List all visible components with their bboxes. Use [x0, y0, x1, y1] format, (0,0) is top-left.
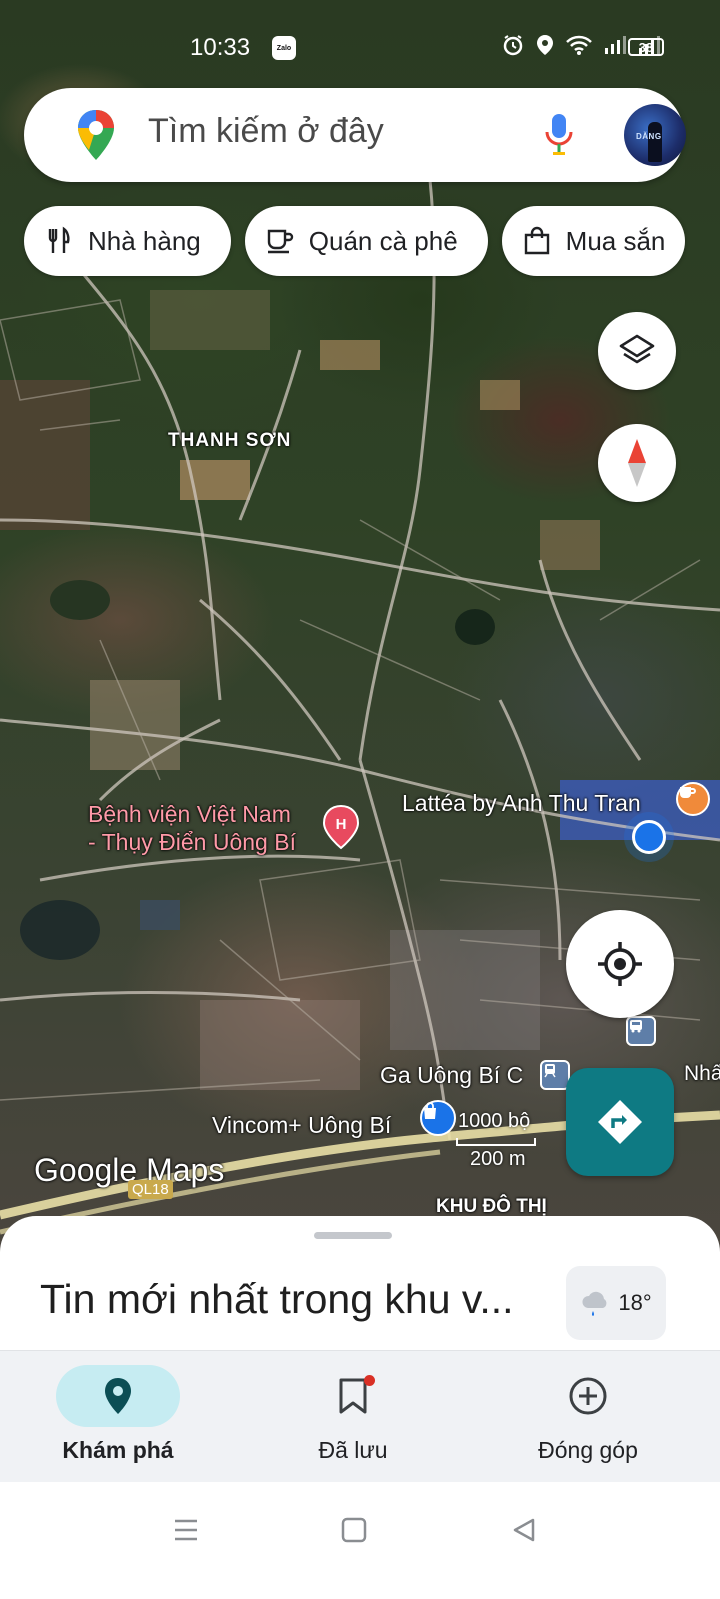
bottom-sheet[interactable]: Tin mới nhất trong khu v... 18°	[0, 1216, 720, 1356]
nav-contribute-label: Đóng góp	[538, 1437, 638, 1463]
system-home-button[interactable]	[334, 1510, 374, 1550]
sheet-drag-handle[interactable]	[314, 1232, 392, 1239]
crosshair-icon	[598, 942, 642, 986]
scale-bar	[456, 1138, 536, 1146]
poi-hospital-line1: Bệnh viện Việt Nam	[88, 801, 291, 827]
account-avatar[interactable]: DĂNG	[624, 104, 686, 166]
directions-icon	[598, 1100, 642, 1144]
nav-saved-label: Đã lưu	[318, 1437, 388, 1463]
wifi-icon	[566, 35, 592, 55]
system-back-button[interactable]	[504, 1510, 544, 1550]
back-triangle-icon	[513, 1518, 535, 1542]
poi-nhat-label[interactable]: Nhấ	[684, 1062, 720, 1086]
bus-stop-icon[interactable]	[626, 1016, 656, 1046]
my-location-dot	[632, 820, 666, 854]
saved-notification-dot	[364, 1375, 375, 1386]
system-menu-button[interactable]	[166, 1510, 206, 1550]
bottom-nav: Khám phá Đã lưu Đóng góp	[0, 1350, 720, 1482]
nav-contribute-pill	[526, 1365, 650, 1427]
poi-hospital-line2: - Thụy Điển Uông Bí	[88, 829, 296, 855]
avatar-figure	[648, 122, 662, 162]
coffee-icon	[267, 229, 293, 254]
alarm-icon	[503, 35, 523, 56]
map-label-khu-do-thi: KHU ĐÔ THỊ	[436, 1196, 547, 1217]
chip-coffee-label: Quán cà phê	[308, 225, 458, 256]
search-bar[interactable]: Tìm kiếm ở đây DĂNG	[24, 88, 686, 182]
chip-restaurants-label: Nhà hàng	[88, 225, 201, 256]
cafe-marker-icon[interactable]	[676, 782, 710, 816]
my-location-button[interactable]	[566, 910, 674, 1018]
road-shield-ql18: QL18	[128, 1180, 173, 1199]
category-chips: Nhà hàng Quán cà phê Mua sắn	[24, 206, 686, 276]
mic-icon[interactable]	[544, 112, 574, 158]
home-square-icon	[341, 1517, 367, 1543]
zalo-notification-icon: Zalo	[272, 36, 296, 60]
search-input[interactable]: Tìm kiếm ở đây	[148, 112, 384, 151]
chip-coffee[interactable]: Quán cà phê	[244, 206, 488, 276]
hospital-marker-icon[interactable]: H	[322, 804, 360, 850]
explore-pin-icon	[105, 1378, 131, 1414]
scale-imperial: 1000 bộ	[458, 1110, 531, 1132]
google-maps-pin-icon	[78, 110, 114, 160]
compass-icon	[628, 439, 646, 487]
weather-chip[interactable]: 18°	[566, 1266, 666, 1340]
poi-vincom-label[interactable]: Vincom+ Uông Bí	[212, 1112, 391, 1139]
cloud-rain-icon	[582, 1291, 607, 1316]
compass-button[interactable]	[598, 424, 676, 502]
poi-hospital-label[interactable]: Bệnh viện Việt Nam - Thụy Điển Uông Bí	[88, 800, 296, 856]
poi-ga-label[interactable]: Ga Uông Bí C	[380, 1062, 523, 1089]
avatar-text: DĂNG	[636, 132, 662, 141]
shopping-bag-icon	[524, 226, 549, 255]
nav-explore-pill	[56, 1365, 180, 1427]
signal-icon	[605, 36, 626, 54]
battery-indicator: 38	[628, 38, 664, 56]
directions-button[interactable]	[566, 1068, 674, 1176]
map-label-thanh-son: THANH SƠN	[168, 430, 292, 451]
add-circle-icon	[569, 1377, 607, 1415]
layers-button[interactable]	[598, 312, 676, 390]
status-time: 10:33	[190, 34, 251, 61]
map-scale: 1000 bộ 200 m	[448, 1110, 538, 1170]
scale-metric: 200 m	[470, 1148, 526, 1170]
chip-shopping-label: Mua sắn	[565, 225, 666, 256]
nav-saved[interactable]: Đã lưu	[253, 1365, 453, 1475]
weather-temp: 18°	[618, 1290, 652, 1315]
chip-restaurants[interactable]: Nhà hàng	[24, 206, 231, 276]
chip-shopping[interactable]: Mua sắn	[501, 206, 686, 276]
sheet-title[interactable]: Tin mới nhất trong khu v...	[40, 1276, 514, 1323]
system-nav-bar	[0, 1482, 720, 1599]
poi-lattea-label[interactable]: Lattéa by Anh Thu Tran	[402, 790, 641, 817]
menu-icon	[175, 1519, 197, 1541]
nav-explore-label: Khám phá	[62, 1437, 174, 1463]
nav-explore[interactable]: Khám phá	[18, 1365, 218, 1475]
nav-contribute[interactable]: Đóng góp	[488, 1365, 688, 1475]
restaurant-icon	[48, 226, 70, 253]
status-bar: 10:33 Zalo 38	[0, 28, 720, 68]
location-icon	[537, 35, 553, 55]
hospital-marker-letter: H	[336, 816, 347, 833]
layers-icon	[619, 334, 655, 364]
nav-saved-pill	[291, 1365, 415, 1427]
